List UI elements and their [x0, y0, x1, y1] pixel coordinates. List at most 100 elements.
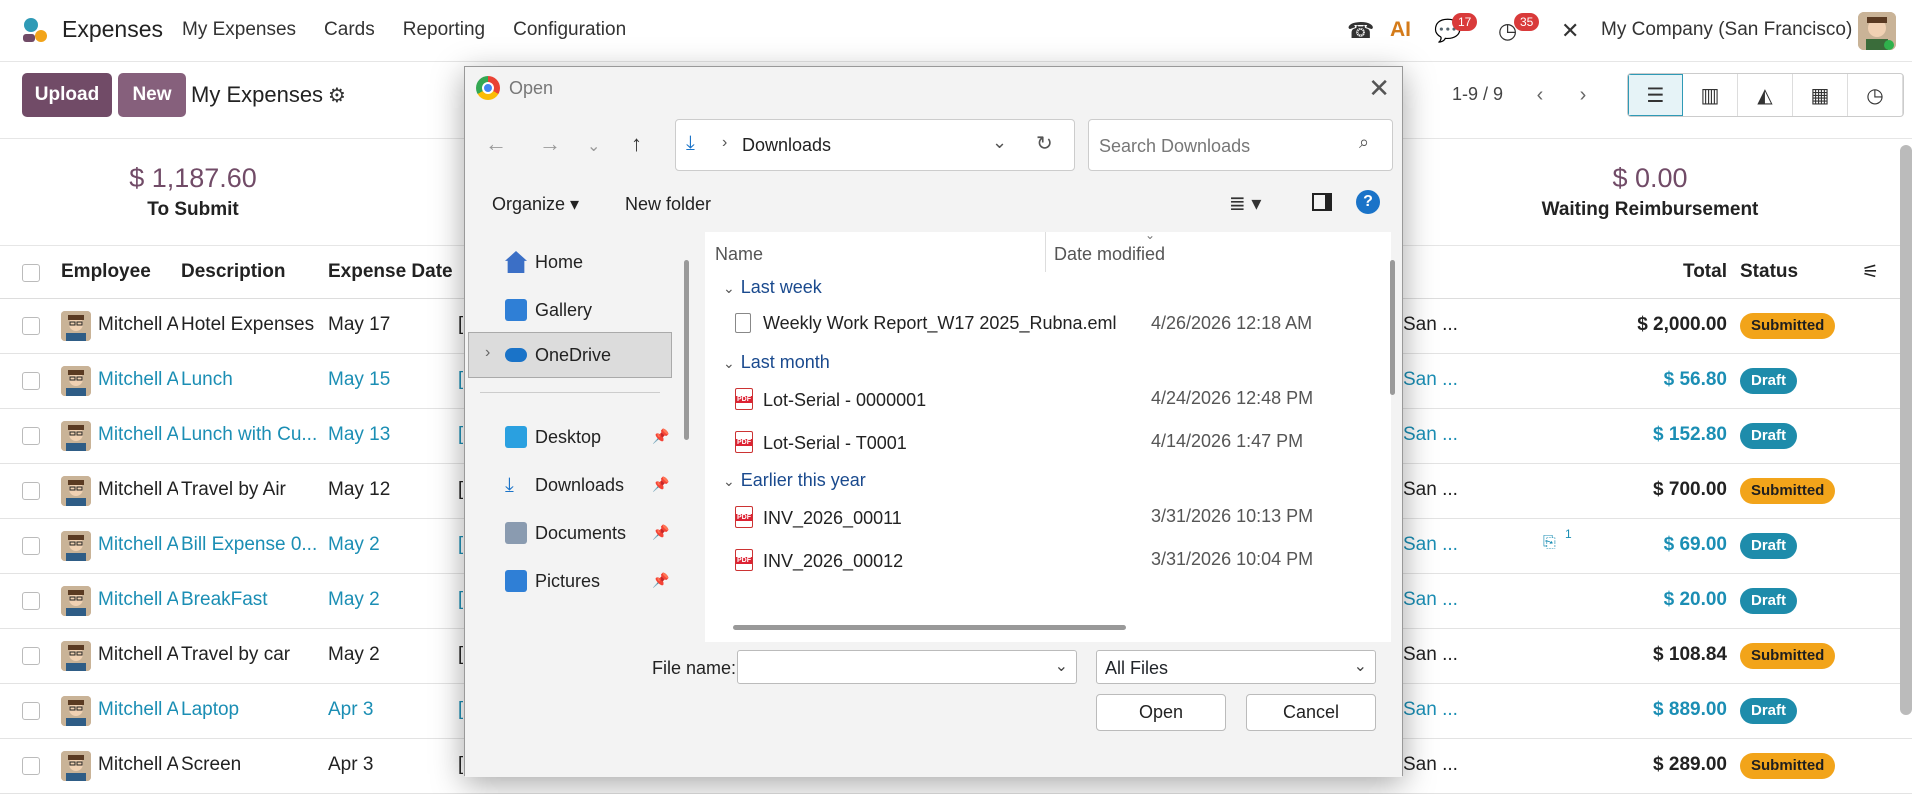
address-path[interactable]: Downloads — [742, 135, 831, 156]
col-description[interactable]: Description — [181, 261, 286, 283]
filetype-select[interactable]: All Files ⌄ — [1096, 650, 1376, 684]
collapse-chevron-icon: ⌄ — [723, 355, 735, 371]
row-checkbox[interactable] — [22, 427, 40, 445]
pin-icon[interactable]: 📌 — [652, 572, 669, 589]
page-scrollbar[interactable] — [1900, 145, 1912, 715]
col-total[interactable]: Total — [1683, 261, 1727, 283]
kanban-view-button[interactable]: ▥ — [1683, 74, 1738, 116]
graph-view-button[interactable]: ◭ — [1738, 74, 1793, 116]
waiting-reimbursement-label[interactable]: Waiting Reimbursement — [1500, 199, 1800, 221]
nav-pictures[interactable]: Pictures — [505, 561, 600, 601]
nav-downloads[interactable]: ⤓ Downloads — [505, 465, 624, 505]
email-file-icon — [735, 313, 751, 333]
pager-prev-button[interactable]: ‹ — [1520, 76, 1560, 114]
row-checkbox[interactable] — [22, 757, 40, 775]
close-icon[interactable]: ✕ — [1368, 73, 1390, 104]
menu-cards[interactable]: Cards — [324, 19, 375, 41]
file-item[interactable]: INV_2026_00011 — [735, 506, 902, 529]
file-item[interactable]: Lot-Serial - T0001 — [735, 431, 907, 454]
waiting-reimbursement-amount[interactable]: $ 0.00 — [1500, 163, 1800, 194]
expenses-app-icon[interactable] — [20, 16, 50, 46]
refresh-icon[interactable]: ↻ — [1036, 131, 1053, 156]
menu-reporting[interactable]: Reporting — [403, 19, 485, 41]
row-description: Screen — [181, 754, 242, 775]
tools-icon[interactable]: ✕ — [1561, 18, 1579, 44]
file-group-header[interactable]: ⌄ Last month — [723, 352, 830, 373]
row-category: [ — [458, 589, 464, 610]
pivot-view-button[interactable]: ▦ — [1793, 74, 1848, 116]
filename-dropdown-icon[interactable]: ⌄ — [1055, 656, 1068, 676]
pin-icon[interactable]: 📌 — [652, 428, 669, 445]
menu-my-expenses[interactable]: My Expenses — [182, 19, 296, 41]
column-settings-icon[interactable]: ⚟ — [1862, 261, 1879, 284]
gear-icon[interactable]: ⚙ — [328, 83, 346, 108]
row-checkbox[interactable] — [22, 372, 40, 390]
col-status[interactable]: Status — [1740, 261, 1798, 283]
address-dropdown-icon[interactable]: ⌄ — [992, 132, 1007, 153]
filename-input[interactable]: ⌄ — [737, 650, 1077, 684]
pin-icon[interactable]: 📌 — [652, 524, 669, 541]
preview-pane-icon[interactable] — [1312, 193, 1332, 211]
file-group-header[interactable]: ⌄ Last week — [723, 277, 822, 298]
nav-onedrive[interactable]: OneDrive — [505, 335, 611, 375]
file-list-vscrollbar[interactable] — [1390, 260, 1395, 395]
address-bar[interactable]: ⤓ › Downloads ⌄ ↻ — [675, 119, 1075, 171]
user-avatar[interactable] — [1858, 12, 1896, 50]
file-item[interactable]: Lot-Serial - 0000001 — [735, 388, 926, 411]
organize-button[interactable]: Organize ▾ — [492, 194, 579, 215]
back-arrow-icon[interactable]: ← — [485, 131, 507, 157]
row-checkbox[interactable] — [22, 592, 40, 610]
nav-gallery[interactable]: Gallery — [505, 290, 592, 330]
row-checkbox[interactable] — [22, 317, 40, 335]
phone-icon[interactable]: ☎ — [1347, 18, 1374, 44]
view-options-icon[interactable]: ≣ ▾ — [1229, 191, 1261, 216]
cancel-button[interactable]: Cancel — [1246, 694, 1376, 731]
view-switcher: ☰ ▥ ◭ ▦ ◷ — [1627, 73, 1904, 117]
row-checkbox[interactable] — [22, 702, 40, 720]
to-submit-label[interactable]: To Submit — [93, 199, 293, 221]
company-switcher[interactable]: My Company (San Francisco) — [1601, 19, 1852, 41]
col-expense-date[interactable]: Expense Date — [328, 261, 453, 283]
ai-icon[interactable]: AI — [1390, 18, 1411, 42]
paperclip-icon[interactable]: ⎘ — [1543, 534, 1556, 552]
nav-home[interactable]: Home — [505, 242, 583, 282]
new-button[interactable]: New — [118, 73, 186, 117]
open-button[interactable]: Open — [1096, 694, 1226, 731]
row-checkbox[interactable] — [22, 482, 40, 500]
app-name[interactable]: Expenses — [62, 16, 163, 43]
row-checkbox[interactable] — [22, 537, 40, 555]
pager-value[interactable]: 1-9 / 9 — [1452, 84, 1503, 105]
file-list-hscrollbar[interactable] — [733, 625, 1126, 630]
row-employee: Mitchell A — [98, 699, 178, 720]
column-divider — [1045, 232, 1046, 272]
file-item[interactable]: INV_2026_00012 — [735, 549, 903, 572]
to-submit-amount[interactable]: $ 1,187.60 — [93, 163, 293, 194]
nav-desktop[interactable]: Desktop — [505, 417, 601, 457]
row-total: $ 108.84 — [1653, 644, 1727, 665]
help-icon[interactable]: ? — [1356, 190, 1380, 214]
col-employee[interactable]: Employee — [61, 261, 151, 283]
expand-chevron-icon[interactable]: › — [485, 344, 490, 362]
pager-next-button[interactable]: › — [1563, 76, 1603, 114]
column-name-header[interactable]: Name — [715, 244, 763, 265]
forward-arrow-icon[interactable]: → — [539, 131, 561, 157]
nav-documents[interactable]: Documents — [505, 513, 626, 553]
search-icon[interactable]: ⌕ — [1359, 132, 1369, 153]
select-all-checkbox[interactable] — [22, 264, 40, 282]
search-downloads-box[interactable]: Search Downloads ⌕ — [1088, 119, 1393, 171]
search-placeholder[interactable]: Search Downloads — [1099, 136, 1250, 157]
column-date-header[interactable]: Date modified — [1054, 244, 1165, 265]
recent-locations-chevron-icon[interactable]: ⌄ — [587, 136, 600, 156]
file-item[interactable]: Weekly Work Report_W17 2025_Rubna.eml — [735, 313, 1117, 334]
upload-button[interactable]: Upload — [22, 73, 112, 117]
pin-icon[interactable]: 📌 — [652, 476, 669, 493]
menu-configuration[interactable]: Configuration — [513, 19, 626, 41]
list-view-button[interactable]: ☰ — [1628, 74, 1683, 116]
row-checkbox[interactable] — [22, 647, 40, 665]
avatar — [61, 751, 91, 781]
file-group-header[interactable]: ⌄ Earlier this year — [723, 470, 866, 491]
nav-scrollbar[interactable] — [684, 260, 689, 440]
up-arrow-icon[interactable]: ↑ — [631, 131, 642, 157]
activity-view-button[interactable]: ◷ — [1848, 74, 1903, 116]
new-folder-button[interactable]: New folder — [625, 194, 711, 215]
